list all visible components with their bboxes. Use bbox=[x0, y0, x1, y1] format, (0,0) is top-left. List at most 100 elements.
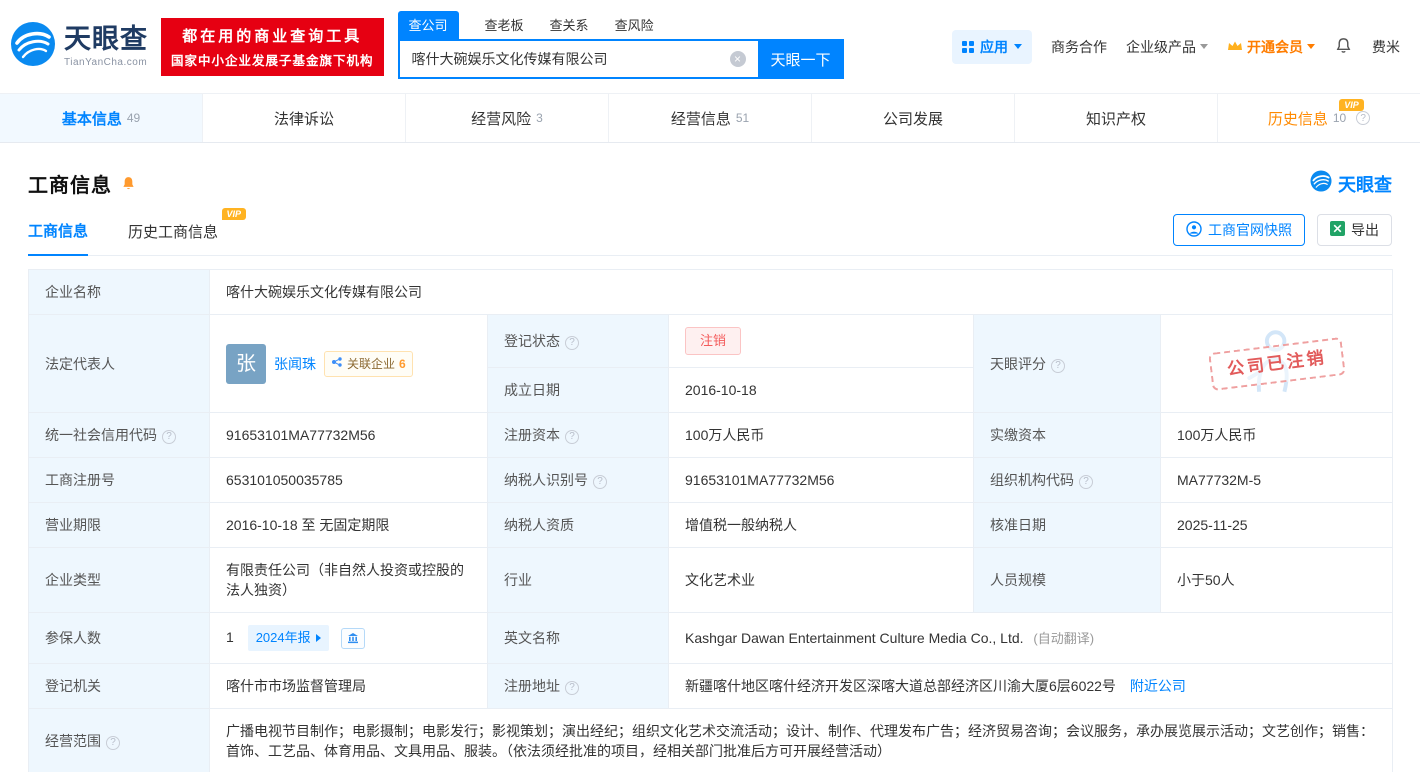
social-security-icon[interactable] bbox=[341, 628, 365, 649]
help-icon[interactable] bbox=[565, 681, 579, 695]
chevron-down-icon bbox=[1307, 44, 1315, 49]
approval-date-value: 2025-11-25 bbox=[1161, 503, 1393, 548]
network-icon bbox=[331, 354, 343, 374]
snapshot-label: 工商官网快照 bbox=[1208, 220, 1292, 240]
nav-user[interactable]: 费米 bbox=[1372, 37, 1400, 57]
establish-date-label: 成立日期 bbox=[488, 368, 669, 413]
export-label: 导出 bbox=[1351, 220, 1379, 240]
tab-company-development[interactable]: 公司发展 bbox=[812, 94, 1015, 142]
auto-translate-note: (自动翻译) bbox=[1033, 631, 1094, 646]
search-tab-relation[interactable]: 查关系 bbox=[550, 15, 589, 39]
subscribe-bell-icon[interactable] bbox=[120, 175, 137, 192]
help-icon[interactable] bbox=[106, 736, 120, 750]
help-icon[interactable] bbox=[565, 336, 579, 350]
clear-icon[interactable] bbox=[730, 51, 746, 67]
help-icon[interactable] bbox=[1356, 111, 1370, 125]
table-row: 经营范围 广播电视节目制作；电影摄制；电影发行；影视策划；演出经纪；组织文化艺术… bbox=[29, 709, 1393, 772]
promo-line1: 都在用的商业查询工具 bbox=[171, 25, 374, 46]
org-code-value: MA77732M-5 bbox=[1161, 458, 1393, 503]
person-circle-icon bbox=[1186, 221, 1202, 240]
avatar[interactable]: 张 bbox=[226, 344, 266, 384]
english-name-label: 英文名称 bbox=[488, 613, 669, 664]
promo-banner: 都在用的商业查询工具 国家中小企业发展子基金旗下机构 bbox=[161, 18, 384, 76]
nav-open-vip[interactable]: 开通会员 bbox=[1227, 37, 1315, 57]
table-row: 营业期限 2016-10-18 至 无固定期限 纳税人资质 增值税一般纳税人 核… bbox=[29, 503, 1393, 548]
tab-label: 历史信息 bbox=[1268, 108, 1328, 129]
approval-date-label: 核准日期 bbox=[974, 503, 1161, 548]
deregistered-stamp-cell: 公司已注销 bbox=[1161, 315, 1393, 413]
annual-report-link[interactable]: 2024年报 bbox=[248, 625, 329, 651]
taxpayer-id-label: 纳税人识别号 bbox=[488, 458, 669, 503]
reg-authority-label: 登记机关 bbox=[29, 664, 210, 709]
table-row: 法定代表人 张 张闻珠 关联企业 6 登记状态 注销 bbox=[29, 315, 1393, 368]
establish-date-value: 2016-10-18 bbox=[669, 368, 974, 413]
help-icon[interactable] bbox=[565, 430, 579, 444]
export-button[interactable]: 导出 bbox=[1317, 214, 1392, 246]
search-button[interactable]: 天眼一下 bbox=[758, 39, 844, 79]
search-input[interactable] bbox=[398, 39, 758, 79]
official-snapshot-button[interactable]: 工商官网快照 bbox=[1173, 214, 1305, 246]
tab-legal-litigation[interactable]: 法律诉讼 bbox=[203, 94, 406, 142]
help-icon[interactable] bbox=[1051, 359, 1065, 373]
excel-icon bbox=[1330, 221, 1345, 239]
logo-subtitle: TianYanCha.com bbox=[64, 57, 148, 68]
section-header: 工商信息 天眼查 bbox=[28, 169, 1392, 198]
subtab-label: 历史工商信息 bbox=[128, 224, 218, 241]
notification-bell[interactable] bbox=[1334, 36, 1353, 58]
apps-menu[interactable]: 应用 bbox=[952, 30, 1032, 64]
nav-enterprise[interactable]: 企业级产品 bbox=[1126, 37, 1208, 57]
reg-number-label: 工商注册号 bbox=[29, 458, 210, 503]
subtab-history-registration[interactable]: VIP 历史工商信息 bbox=[128, 221, 218, 255]
vip-label: 开通会员 bbox=[1247, 37, 1303, 57]
reg-address-cell: 新疆喀什地区喀什经济开发区深喀大道总部经济区川渝大厦6层6022号 附近公司 bbox=[669, 664, 1393, 709]
tab-count: 3 bbox=[536, 111, 543, 125]
grid-icon bbox=[962, 41, 974, 53]
business-term-value: 2016-10-18 至 无固定期限 bbox=[210, 503, 488, 548]
tab-operation-risk[interactable]: 经营风险 3 bbox=[406, 94, 609, 142]
chevron-down-icon bbox=[1014, 44, 1022, 49]
company-type-label: 企业类型 bbox=[29, 548, 210, 613]
help-icon[interactable] bbox=[593, 475, 607, 489]
taxpayer-quality-value: 增值税一般纳税人 bbox=[669, 503, 974, 548]
tianyancha-logo-icon bbox=[10, 21, 56, 72]
search-tab-company[interactable]: 查公司 bbox=[398, 11, 459, 39]
arrow-right-icon bbox=[316, 634, 321, 642]
tab-intellectual-property[interactable]: 知识产权 bbox=[1015, 94, 1218, 142]
top-header: 天眼查 TianYanCha.com 都在用的商业查询工具 国家中小企业发展子基… bbox=[0, 0, 1420, 93]
reg-address-value: 新疆喀什地区喀什经济开发区深喀大道总部经济区川渝大厦6层6022号 bbox=[685, 678, 1116, 694]
related-count: 6 bbox=[399, 354, 406, 374]
tyc-score-label: 天眼评分 bbox=[974, 315, 1161, 413]
tianyancha-watermark: 天眼查 bbox=[1310, 170, 1392, 197]
status-badge: 注销 bbox=[685, 327, 741, 355]
reg-capital-label: 注册资本 bbox=[488, 413, 669, 458]
tab-business-info[interactable]: 经营信息 51 bbox=[609, 94, 812, 142]
legal-rep-name-link[interactable]: 张闻珠 bbox=[274, 354, 316, 374]
legal-rep-label: 法定代表人 bbox=[29, 315, 210, 413]
watermark-text: 天眼查 bbox=[1338, 171, 1392, 197]
insured-count-value: 1 bbox=[226, 629, 234, 645]
tab-count: 10 bbox=[1333, 111, 1346, 125]
section-title: 工商信息 bbox=[28, 169, 112, 198]
subtab-business-registration[interactable]: 工商信息 bbox=[28, 220, 88, 256]
promo-line2: 国家中小企业发展子基金旗下机构 bbox=[171, 50, 374, 69]
related-label: 关联企业 bbox=[347, 354, 395, 374]
staff-size-value: 小于50人 bbox=[1161, 548, 1393, 613]
nearby-companies-link[interactable]: 附近公司 bbox=[1130, 678, 1186, 694]
tab-history-info[interactable]: VIP 历史信息 10 bbox=[1218, 94, 1420, 142]
nav-cooperation[interactable]: 商务合作 bbox=[1051, 37, 1107, 57]
search-tab-risk[interactable]: 查风险 bbox=[615, 15, 654, 39]
help-icon[interactable] bbox=[162, 430, 176, 444]
reg-status-cell: 注销 bbox=[669, 315, 974, 368]
search-tab-boss[interactable]: 查老板 bbox=[485, 15, 524, 39]
reg-authority-value: 喀什市市场监督管理局 bbox=[210, 664, 488, 709]
search-tabs: 查公司 查老板 查关系 查风险 bbox=[398, 14, 844, 39]
vip-badge: VIP bbox=[222, 208, 247, 220]
help-icon[interactable] bbox=[1079, 475, 1093, 489]
tab-basic-info[interactable]: 基本信息 49 bbox=[0, 94, 203, 142]
insured-count-cell: 1 2024年报 bbox=[210, 613, 488, 664]
org-code-label: 组织机构代码 bbox=[974, 458, 1161, 503]
table-row: 企业类型 有限责任公司（非自然人投资或控股的法人独资） 行业 文化艺术业 人员规… bbox=[29, 548, 1393, 613]
related-companies-badge[interactable]: 关联企业 6 bbox=[324, 351, 413, 377]
app-logo[interactable]: 天眼查 TianYanCha.com bbox=[10, 21, 148, 72]
business-scope-value: 广播电视节目制作；电影摄制；电影发行；影视策划；演出经纪；组织文化艺术交流活动；… bbox=[210, 709, 1393, 772]
